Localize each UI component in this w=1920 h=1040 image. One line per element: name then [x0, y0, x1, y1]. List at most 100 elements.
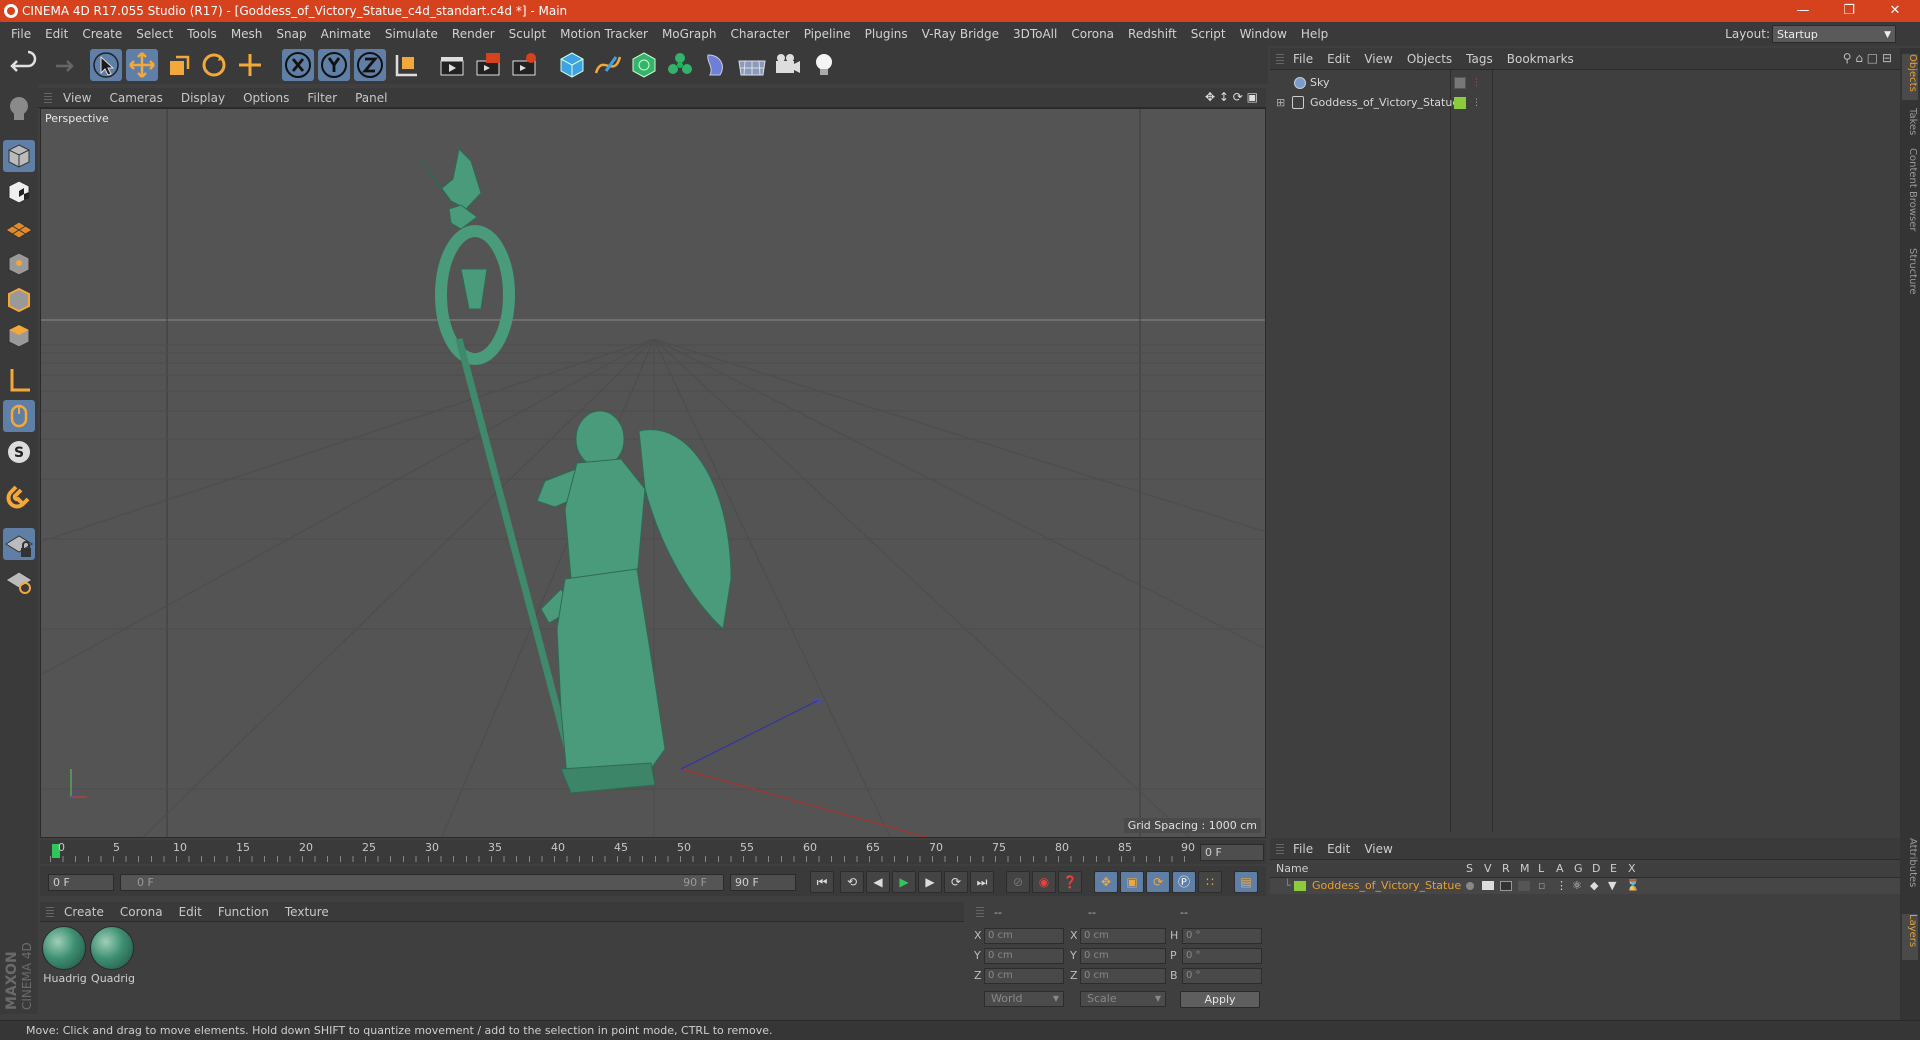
undo-button[interactable] — [8, 49, 40, 81]
tab-takes[interactable]: Takes — [1902, 108, 1918, 142]
material-swatch[interactable]: Quadrig — [90, 926, 136, 985]
record-keys-button[interactable]: ◉ — [1032, 871, 1056, 893]
y-axis-lock-button[interactable] — [318, 49, 350, 81]
recent-tool-button[interactable] — [234, 49, 266, 81]
size-y-field[interactable]: 0 cm — [1080, 948, 1166, 964]
x-axis-lock-button[interactable] — [282, 49, 314, 81]
key-position-button[interactable]: ✥ — [1094, 871, 1118, 893]
generator-toggle-icon[interactable]: ⚛ — [1572, 878, 1582, 894]
layer-color-swatch[interactable] — [1294, 881, 1306, 891]
add-floor-button[interactable] — [736, 49, 768, 81]
material-swatch[interactable]: Huadrig — [42, 926, 88, 985]
lm-menu-edit[interactable]: Edit — [1320, 838, 1357, 860]
visibility-dots-icon[interactable]: ⋮ — [1472, 94, 1481, 112]
viewport-menu-filter[interactable]: Filter — [298, 88, 346, 108]
pos-x-field[interactable]: 0 cm — [984, 928, 1064, 944]
render-view-button[interactable] — [436, 49, 468, 81]
timeline-window-button[interactable]: ▤ — [1234, 871, 1258, 893]
material-menu-corona[interactable]: Corona — [112, 902, 171, 922]
menu-help[interactable]: Help — [1294, 22, 1335, 46]
drag-handle-icon[interactable] — [44, 93, 52, 103]
previous-key-button[interactable]: ⟲ — [840, 871, 864, 893]
menu-3dtoall[interactable]: 3DToAll — [1006, 22, 1064, 46]
menu-sculpt[interactable]: Sculpt — [502, 22, 553, 46]
key-parameter-button[interactable]: Ⓟ — [1172, 871, 1196, 893]
key-scale-button[interactable]: ▣ — [1120, 871, 1144, 893]
add-generator-button[interactable] — [628, 49, 660, 81]
tab-content-browser[interactable]: Content Browser — [1902, 148, 1918, 242]
menu-select[interactable]: Select — [129, 22, 180, 46]
record-disabled-button[interactable]: ⊘ — [1006, 871, 1030, 893]
point-mode-button[interactable] — [3, 248, 35, 280]
layout-dropdown[interactable]: Startup ▼ — [1772, 25, 1896, 43]
render-settings-button[interactable] — [508, 49, 540, 81]
move-tool-button[interactable] — [126, 49, 158, 81]
lock-icon[interactable]: ▫ — [1538, 878, 1545, 894]
deformer-toggle-icon[interactable]: ◆ — [1590, 878, 1598, 894]
add-camera-button[interactable] — [772, 49, 804, 81]
z-axis-lock-button[interactable] — [354, 49, 386, 81]
viewport-menu-display[interactable]: Display — [172, 88, 234, 108]
menu-corona[interactable]: Corona — [1064, 22, 1121, 46]
go-to-start-button[interactable]: ⏮ — [810, 871, 834, 893]
expand-plus-icon[interactable]: ⊞ — [1276, 94, 1285, 112]
view-eye-icon[interactable] — [1482, 881, 1494, 890]
menu-script[interactable]: Script — [1184, 22, 1233, 46]
om-menu-edit[interactable]: Edit — [1320, 48, 1357, 70]
material-menu-create[interactable]: Create — [56, 902, 112, 922]
previous-frame-button[interactable]: ◀ — [866, 871, 890, 893]
om-menu-objects[interactable]: Objects — [1400, 48, 1459, 70]
pos-y-field[interactable]: 0 cm — [984, 948, 1064, 964]
lm-menu-view[interactable]: View — [1357, 838, 1399, 860]
rot-h-field[interactable]: 0 ° — [1182, 928, 1262, 944]
layer-row[interactable]: └ Goddess_of_Victory_Statue ▫ ⋮ ⚛ ◆ ▼ ⌛ — [1270, 878, 1900, 894]
menu-pipeline[interactable]: Pipeline — [797, 22, 858, 46]
autokey-button[interactable]: ❓ — [1058, 871, 1082, 893]
animation-toggle-icon[interactable]: ⋮ — [1556, 878, 1567, 894]
menu-character[interactable]: Character — [723, 22, 796, 46]
menu-edit[interactable]: Edit — [38, 22, 75, 46]
preview-range-slider[interactable]: 0 F 90 F — [120, 874, 724, 891]
timeline-ruler[interactable]: 0 5 10 15 20 25 30 35 40 45 50 55 60 65 … — [40, 840, 1266, 864]
material-menu-edit[interactable]: Edit — [171, 902, 210, 922]
menu-render[interactable]: Render — [445, 22, 502, 46]
lm-menu-file[interactable]: File — [1286, 838, 1320, 860]
key-rotation-button[interactable]: ⟳ — [1146, 871, 1170, 893]
lock-workplane-button[interactable] — [3, 528, 35, 560]
expression-toggle-icon[interactable]: ▼ — [1608, 878, 1616, 894]
next-frame-button[interactable]: ▶ — [918, 871, 942, 893]
pos-z-field[interactable]: 0 cm — [984, 968, 1064, 984]
visibility-dots-icon[interactable]: ⋮ — [1472, 74, 1481, 92]
viewport-menu-cameras[interactable]: Cameras — [100, 88, 171, 108]
polygon-mode-button[interactable] — [3, 320, 35, 352]
add-light-button[interactable] — [808, 49, 840, 81]
solo-button[interactable]: S — [3, 436, 35, 468]
apply-button[interactable]: Apply — [1180, 991, 1260, 1008]
menu-snap[interactable]: Snap — [269, 22, 313, 46]
viewport-menu-view[interactable]: View — [54, 88, 100, 108]
texture-mode-button[interactable] — [3, 176, 35, 208]
model-mode-button[interactable] — [3, 140, 35, 172]
size-x-field[interactable]: 0 cm — [1080, 928, 1166, 944]
menu-vray-bridge[interactable]: V-Ray Bridge — [915, 22, 1006, 46]
go-to-end-button[interactable]: ⏭ — [970, 871, 994, 893]
viewport-menu-panel[interactable]: Panel — [346, 88, 396, 108]
menu-mograph[interactable]: MoGraph — [655, 22, 724, 46]
drag-handle-icon[interactable] — [46, 907, 54, 917]
rot-p-field[interactable]: 0 ° — [1182, 948, 1262, 964]
redo-button[interactable] — [44, 49, 76, 81]
om-menu-bookmarks[interactable]: Bookmarks — [1500, 48, 1581, 70]
size-z-field[interactable]: 0 cm — [1080, 968, 1166, 984]
planar-workplane-button[interactable] — [3, 564, 35, 596]
restore-button[interactable]: ❐ — [1826, 0, 1872, 22]
xref-toggle-icon[interactable]: ⌛ — [1626, 878, 1640, 894]
object-row-statue[interactable]: ⊞ Goddess_of_Victory_Statue ⋮ — [1270, 94, 1900, 112]
tweak-mode-button[interactable] — [3, 400, 35, 432]
viewport-menu-options[interactable]: Options — [234, 88, 298, 108]
solo-toggle-icon[interactable] — [1466, 882, 1474, 890]
scale-tool-button[interactable] — [162, 49, 194, 81]
tab-attributes[interactable]: Attributes — [1902, 838, 1918, 908]
workplane-mode-button[interactable] — [3, 212, 35, 244]
menu-plugins[interactable]: Plugins — [858, 22, 915, 46]
perspective-viewport[interactable]: Perspective Grid Spacing : 1000 cm — [40, 108, 1266, 838]
